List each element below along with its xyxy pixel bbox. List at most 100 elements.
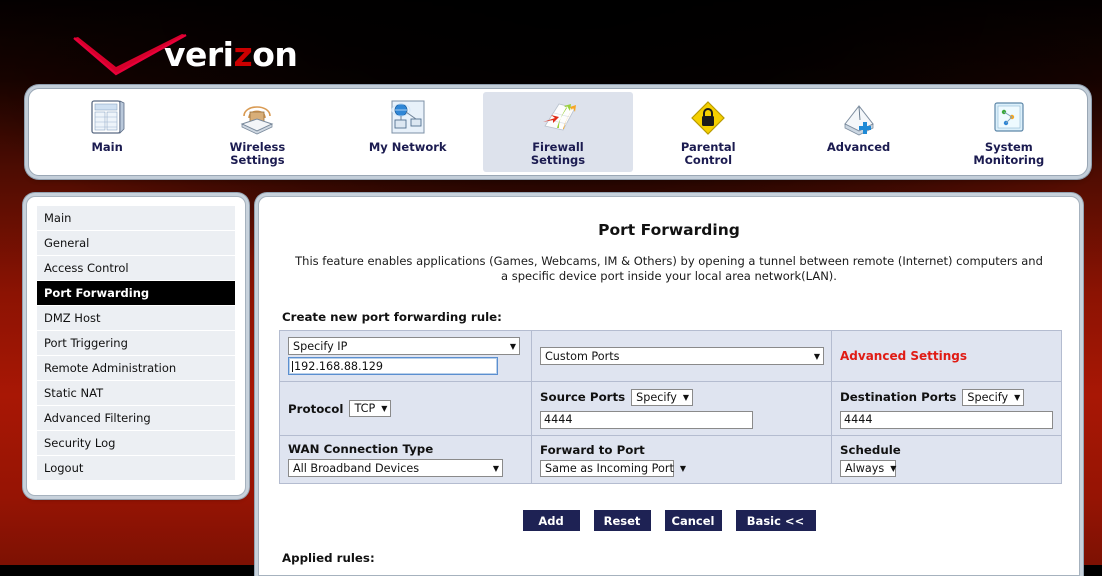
destination-ports-input[interactable]: 4444: [840, 410, 1053, 429]
source-ports-input[interactable]: 4444: [540, 410, 753, 429]
logo-text-post: on: [252, 35, 298, 74]
protocol-select[interactable]: TCP ▼: [349, 400, 392, 417]
ip-address-value: 192.168.88.129: [294, 359, 383, 373]
sidebar-item-port-triggering[interactable]: Port Triggering: [37, 331, 235, 356]
system-monitor-icon: [994, 102, 1024, 132]
source-ports-label: Source Ports: [540, 390, 626, 404]
chevron-down-icon: ▼: [381, 404, 388, 413]
form-row-protocol-ports: Protocol TCP ▼ Source Ports Specify ▼ 44…: [279, 381, 1062, 436]
destination-ports-label: Destination Ports: [840, 390, 957, 404]
ip-address-input[interactable]: 192.168.88.129: [288, 357, 498, 375]
add-button[interactable]: Add: [522, 510, 580, 531]
schedule-select[interactable]: Always ▼: [840, 459, 897, 477]
ip-mode-select-value: Specify IP: [293, 339, 348, 353]
protocol-label: Protocol: [288, 401, 344, 416]
nav-tab-advanced[interactable]: Advanced: [783, 92, 933, 172]
chevron-down-icon: ▼: [813, 351, 820, 361]
firewall-arrows-icon: [542, 103, 576, 131]
logo-text-z: z: [233, 35, 253, 74]
form-action-buttons: Add Reset Cancel Basic <<: [279, 510, 1059, 531]
cell-protocol: Protocol TCP ▼: [279, 381, 532, 436]
applied-rules-heading: Applied rules:: [282, 551, 375, 565]
wan-connection-select[interactable]: All Broadband Devices ▼: [288, 459, 503, 477]
sidebar-menu: Main General Access Control Port Forward…: [26, 196, 246, 496]
sidebar-item-general[interactable]: General: [37, 231, 235, 256]
chevron-down-icon: ▼: [509, 341, 516, 351]
text-cursor: [292, 360, 293, 372]
forward-to-port-select[interactable]: Same as Incoming Port ▼: [540, 459, 686, 477]
wan-connection-label: WAN Connection Type: [288, 442, 434, 456]
sidebar-item-port-forwarding[interactable]: Port Forwarding: [37, 281, 235, 306]
ip-mode-select[interactable]: Specify IP ▼: [288, 337, 520, 355]
cell-destination-ports: Destination Ports Specify ▼ 4444: [831, 381, 1062, 436]
schedule-select-value: Always: [845, 461, 885, 475]
parental-lock-icon: [691, 101, 726, 135]
form-heading: Create new port forwarding rule:: [282, 310, 502, 324]
sidebar-item-remote-administration[interactable]: Remote Administration: [37, 356, 235, 381]
advanced-settings-link[interactable]: Advanced Settings: [840, 349, 967, 363]
sidebar-item-static-nat[interactable]: Static NAT: [37, 381, 235, 406]
cell-ip-selector: Specify IP ▼ 192.168.88.129: [279, 330, 532, 382]
sidebar-item-main[interactable]: Main: [37, 206, 235, 231]
chevron-down-icon: ▼: [492, 463, 499, 473]
form-row-source: Specify IP ▼ 192.168.88.129 Custom Ports…: [279, 330, 1062, 382]
protocol-select-value: TCP: [354, 402, 376, 415]
nav-tab-wireless-settings[interactable]: Wireless Settings: [182, 92, 332, 172]
top-navigation-bar: Main Wireless Settings My Network Firewa…: [28, 88, 1088, 176]
nav-tab-label: System Monitoring: [973, 140, 1045, 167]
ports-profile-select[interactable]: Custom Ports ▼: [540, 347, 824, 365]
wireless-router-icon: [241, 106, 274, 135]
ports-profile-select-value: Custom Ports: [545, 349, 620, 363]
nav-tab-my-network[interactable]: My Network: [333, 92, 483, 172]
nav-tab-label: Main: [91, 140, 123, 154]
cell-forward-to-port: Forward to Port Same as Incoming Port ▼: [531, 435, 832, 484]
nav-tab-label: My Network: [368, 140, 447, 154]
logo-text-pre: veri: [164, 35, 234, 74]
chevron-down-icon: ▼: [679, 463, 687, 473]
sidebar-item-dmz-host[interactable]: DMZ Host: [37, 306, 235, 331]
chevron-down-icon: ▼: [682, 392, 690, 402]
nav-tab-label: Advanced: [826, 140, 891, 154]
cell-source-ports: Source Ports Specify ▼ 4444: [531, 381, 832, 436]
sidebar-item-security-log[interactable]: Security Log: [37, 431, 235, 456]
cancel-button[interactable]: Cancel: [664, 510, 722, 531]
nav-tab-label: Parental Control: [680, 140, 736, 167]
main-content-panel: Port Forwarding This feature enables app…: [258, 196, 1080, 576]
nav-tab-label: Wireless Settings: [229, 140, 286, 167]
sidebar-item-access-control[interactable]: Access Control: [37, 256, 235, 281]
nav-tab-label: Firewall Settings: [530, 140, 586, 167]
chevron-down-icon: ▼: [890, 463, 897, 473]
cell-advanced-settings: Advanced Settings: [831, 330, 1062, 382]
cell-ports-profile: Custom Ports ▼: [531, 330, 832, 382]
page-description: This feature enables applications (Games…: [295, 254, 1043, 283]
nav-tab-system-monitoring[interactable]: System Monitoring: [934, 92, 1084, 172]
source-ports-mode-value: Specify: [636, 390, 677, 404]
destination-ports-mode-value: Specify: [967, 390, 1009, 404]
sidebar-item-logout[interactable]: Logout: [37, 456, 235, 481]
verizon-logo: verizon: [72, 28, 322, 82]
forward-to-port-label: Forward to Port: [540, 442, 645, 457]
port-forwarding-rule-form: Specify IP ▼ 192.168.88.129 Custom Ports…: [279, 330, 1062, 484]
reset-button[interactable]: Reset: [593, 510, 651, 531]
source-ports-mode-select[interactable]: Specify ▼: [631, 388, 694, 406]
page-title: Port Forwarding: [598, 221, 740, 239]
advanced-plus-icon: [843, 105, 874, 136]
network-computers-icon: [391, 100, 425, 134]
nav-tab-firewall-settings[interactable]: Firewall Settings: [482, 92, 634, 172]
main-grid-icon: [91, 100, 125, 134]
wan-connection-select-value: All Broadband Devices: [293, 461, 420, 475]
cell-wan-connection-type: WAN Connection Type All Broadband Device…: [279, 435, 532, 484]
sidebar-item-advanced-filtering[interactable]: Advanced Filtering: [37, 406, 235, 431]
cell-schedule: Schedule Always ▼: [831, 435, 1062, 484]
forward-to-port-select-value: Same as Incoming Port: [545, 461, 674, 475]
form-row-wan-forward-schedule: WAN Connection Type All Broadband Device…: [279, 435, 1062, 484]
chevron-down-icon: ▼: [1014, 392, 1021, 402]
nav-tab-parental-control[interactable]: Parental Control: [633, 92, 783, 172]
source-ports-value: 4444: [544, 413, 573, 426]
destination-ports-mode-select[interactable]: Specify ▼: [962, 388, 1025, 406]
basic-toggle-button[interactable]: Basic <<: [735, 510, 816, 531]
schedule-label: Schedule: [840, 442, 901, 457]
destination-ports-value: 4444: [844, 413, 873, 426]
verizon-wordmark: verizon: [164, 35, 298, 74]
nav-tab-main[interactable]: Main: [32, 92, 182, 172]
